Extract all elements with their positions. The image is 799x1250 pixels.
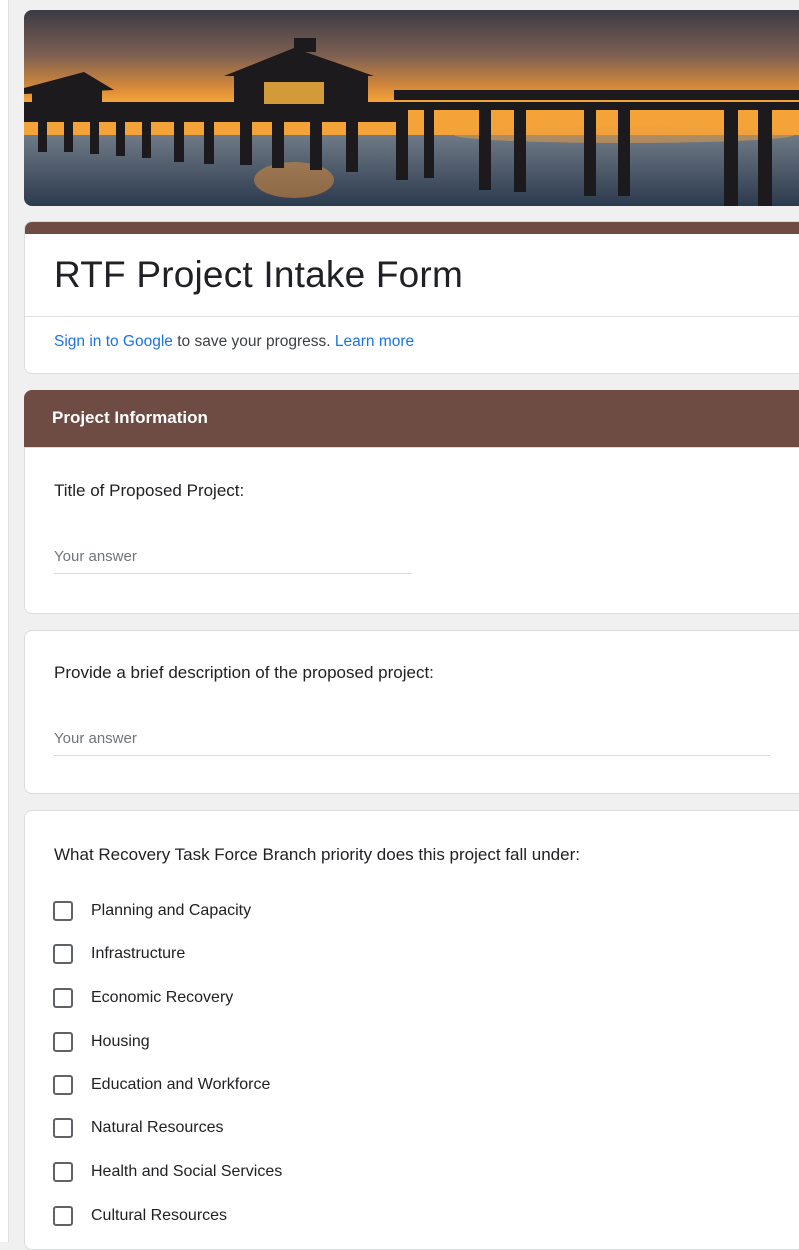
checkbox-option-housing[interactable]: Housing	[53, 1029, 150, 1055]
checkbox-option-education-and-workforce[interactable]: Education and Workforce	[53, 1072, 270, 1098]
checkbox-option-cultural-resources[interactable]: Cultural Resources	[53, 1203, 227, 1229]
title-card-accent-stripe	[25, 222, 799, 234]
checkbox-option-natural-resources[interactable]: Natural Resources	[53, 1115, 224, 1141]
question-card-project-description: Provide a brief description of the propo…	[24, 630, 799, 794]
checkbox[interactable]	[53, 1118, 73, 1138]
checkbox-option-health-and-social-services[interactable]: Health and Social Services	[53, 1159, 282, 1185]
form-title: RTF Project Intake Form	[54, 254, 463, 295]
checkbox-option-infrastructure[interactable]: Infrastructure	[53, 941, 185, 967]
checkbox-option-planning-and-capacity[interactable]: Planning and Capacity	[53, 898, 251, 924]
question-card-branch-priority: What Recovery Task Force Branch priority…	[24, 810, 799, 1250]
title-card-divider	[25, 316, 799, 317]
checkbox[interactable]	[53, 1075, 73, 1095]
signin-text: to save your progress.	[172, 333, 335, 350]
header-banner-image	[24, 10, 799, 206]
option-label: Economic Recovery	[91, 989, 234, 1006]
question-card-project-title: Title of Proposed Project:	[24, 447, 799, 614]
project-title-input[interactable]	[54, 548, 412, 574]
page-left-edge	[0, 0, 9, 1242]
checkbox[interactable]	[53, 1206, 73, 1226]
option-label: Housing	[91, 1033, 150, 1050]
checkbox[interactable]	[53, 1032, 73, 1052]
section-header: Project Information	[24, 390, 799, 448]
question-title: Title of Proposed Project:	[54, 481, 245, 500]
signin-notice: Sign in to Google to save your progress.…	[54, 333, 414, 351]
form-title-card: RTF Project Intake Form Sign in to Googl…	[24, 221, 799, 374]
option-label: Planning and Capacity	[91, 902, 252, 919]
learn-more-link[interactable]: Learn more	[335, 333, 414, 350]
option-label: Natural Resources	[91, 1119, 224, 1136]
option-label: Cultural Resources	[91, 1207, 228, 1224]
option-label: Health and Social Services	[91, 1163, 283, 1180]
project-description-input[interactable]	[54, 730, 770, 756]
question-title: What Recovery Task Force Branch priority…	[54, 845, 580, 864]
checkbox[interactable]	[53, 901, 73, 921]
checkbox[interactable]	[53, 988, 73, 1008]
checkbox-option-economic-recovery[interactable]: Economic Recovery	[53, 985, 233, 1011]
section-title: Project Information	[52, 408, 208, 427]
checkbox[interactable]	[53, 1162, 73, 1182]
option-label: Education and Workforce	[91, 1076, 271, 1093]
question-title: Provide a brief description of the propo…	[54, 663, 434, 682]
option-label: Infrastructure	[91, 945, 186, 962]
checkbox[interactable]	[53, 944, 73, 964]
signin-link[interactable]: Sign in to Google	[54, 333, 173, 350]
